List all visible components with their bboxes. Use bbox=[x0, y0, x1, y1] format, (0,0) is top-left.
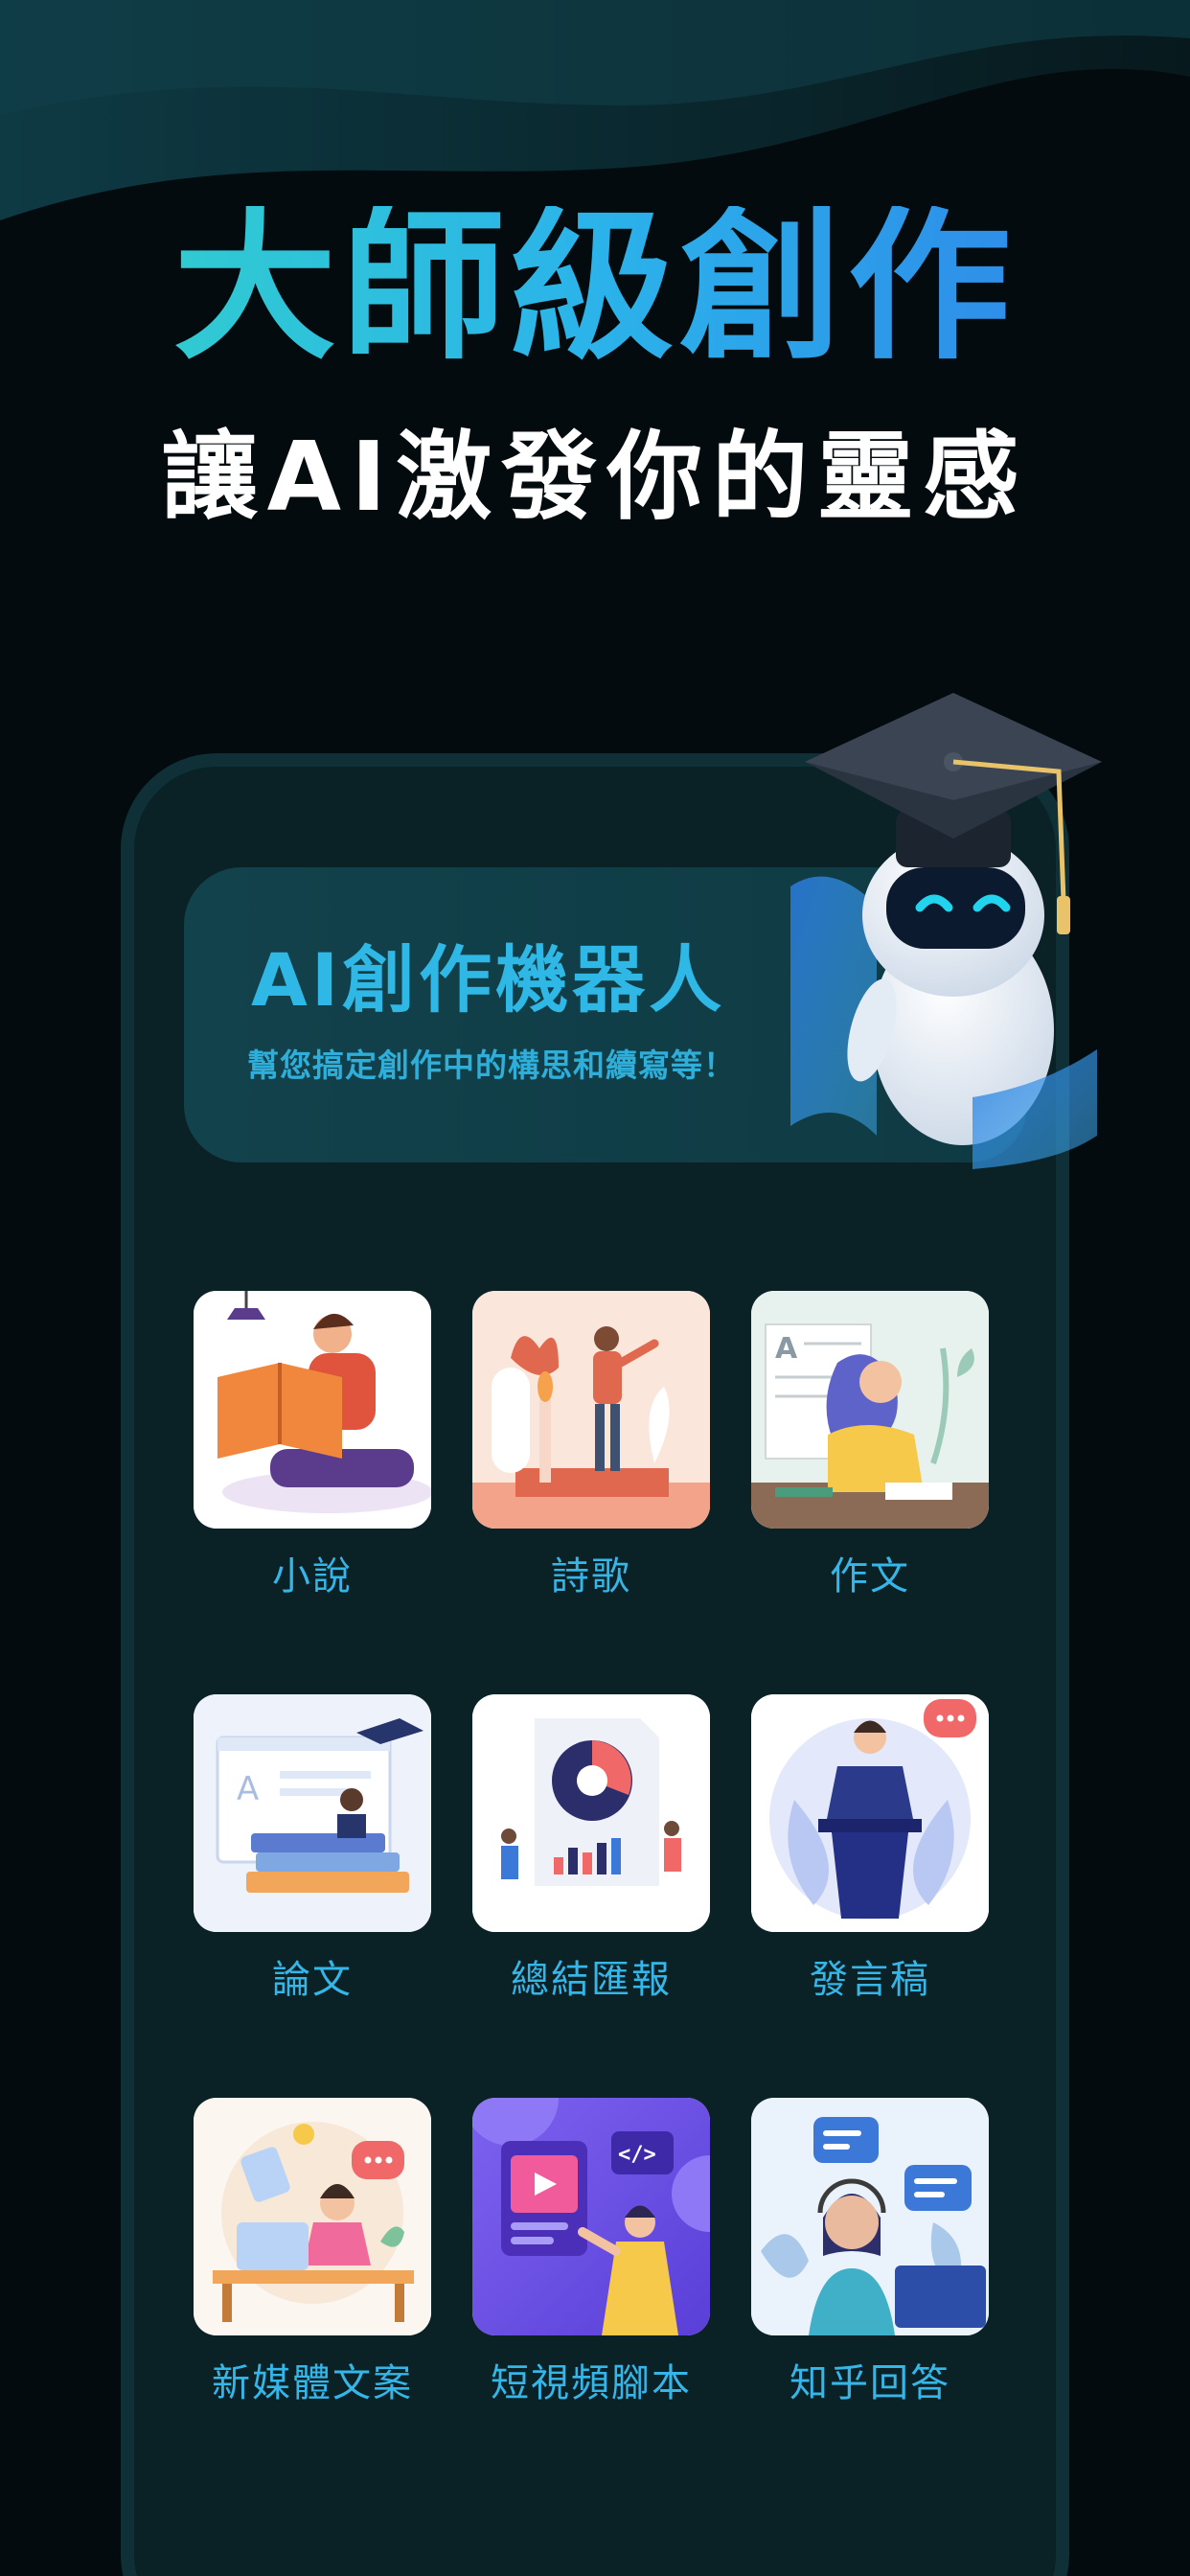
svg-text:</>: </> bbox=[618, 2143, 656, 2167]
thesis-books-icon: A bbox=[194, 1694, 431, 1932]
category-tile-thesis[interactable]: A bbox=[194, 1694, 431, 1932]
video-script-icon: </> bbox=[472, 2098, 710, 2335]
category-label-novel: 小說 bbox=[272, 1554, 353, 1598]
category-tile-new-media[interactable] bbox=[194, 2098, 431, 2335]
category-label-summary-report: 總結匯報 bbox=[511, 1958, 672, 2002]
reading-person-icon bbox=[194, 1291, 431, 1529]
category-tile-speech[interactable] bbox=[751, 1694, 989, 1932]
category-label-zhihu-answer: 知乎回答 bbox=[790, 2361, 950, 2405]
report-chart-icon bbox=[472, 1694, 710, 1932]
category-label-video-script: 短視頻腳本 bbox=[491, 2361, 692, 2405]
speaker-podium-icon bbox=[751, 1694, 989, 1932]
category-tile-summary-report[interactable] bbox=[472, 1694, 710, 1932]
category-tile-poetry[interactable] bbox=[472, 1291, 710, 1529]
category-label-essay: 作文 bbox=[830, 1554, 910, 1598]
category-tile-video-script[interactable]: </> bbox=[472, 2098, 710, 2335]
category-label-speech: 發言稿 bbox=[810, 1958, 930, 2002]
poet-candle-icon bbox=[472, 1291, 710, 1529]
banner-subtitle: 幫您搞定創作中的構思和續寫等！ bbox=[247, 1046, 736, 1084]
robot-graduate-icon bbox=[790, 693, 1102, 1169]
category-tile-essay[interactable]: A bbox=[751, 1291, 989, 1529]
new-media-icon bbox=[194, 2098, 431, 2335]
answer-support-icon bbox=[751, 2098, 989, 2335]
banner-title: AI創作機器人 bbox=[251, 937, 726, 1023]
category-label-thesis: 論文 bbox=[272, 1958, 353, 2002]
category-label-poetry: 詩歌 bbox=[551, 1554, 631, 1598]
category-tile-zhihu-answer[interactable] bbox=[751, 2098, 989, 2335]
category-tile-novel[interactable] bbox=[194, 1291, 431, 1529]
category-label-new-media: 新媒體文案 bbox=[212, 2361, 413, 2405]
svg-text:A: A bbox=[237, 1770, 259, 1808]
writing-girl-icon: A bbox=[751, 1291, 989, 1529]
hero-subtitle: 讓AI激發你的靈感 bbox=[161, 421, 1029, 533]
hero-title: 大師級創作 bbox=[0, 206, 1190, 369]
svg-text:A: A bbox=[775, 1332, 798, 1366]
